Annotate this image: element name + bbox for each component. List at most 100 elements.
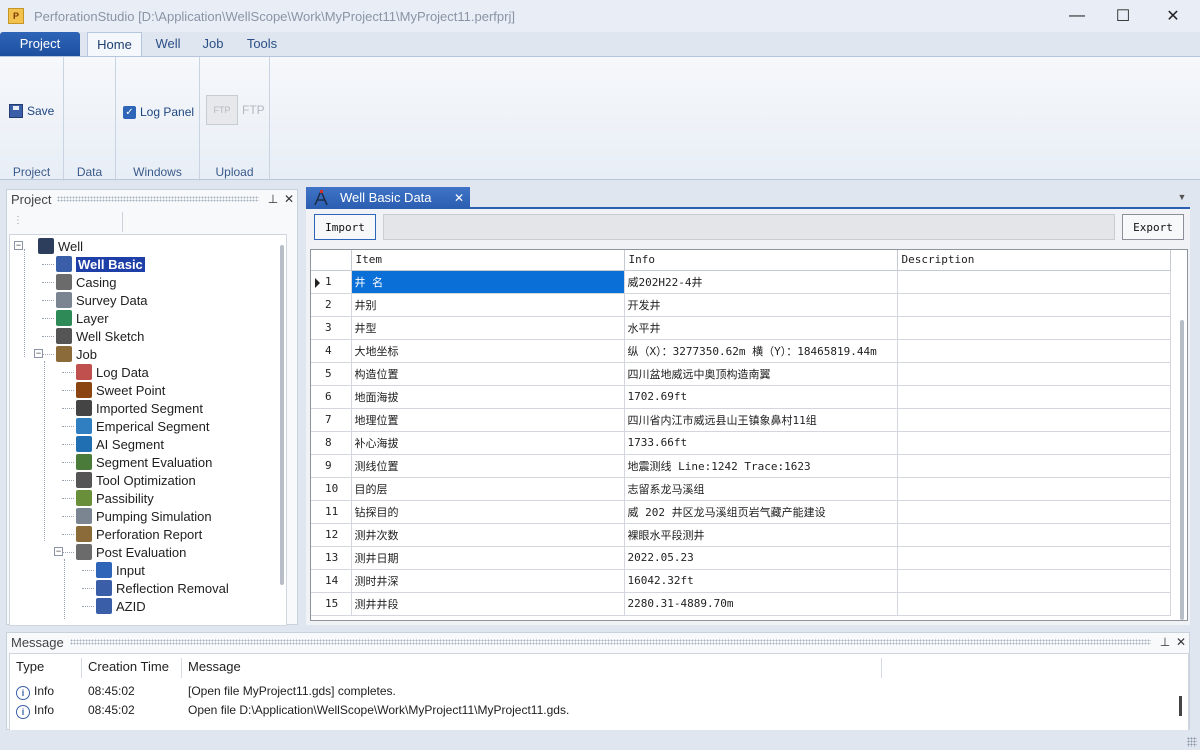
- message-panel-close-button[interactable]: ✕: [1173, 635, 1189, 649]
- description-cell[interactable]: [897, 293, 1171, 317]
- item-cell[interactable]: 构造位置: [351, 362, 625, 386]
- row-number[interactable]: 7: [311, 408, 352, 432]
- tree-item-emperical-segment[interactable]: Emperical Segment: [76, 417, 209, 435]
- tree-collapse-icon[interactable]: −: [54, 547, 63, 556]
- tree-item-ai-segment[interactable]: AI Segment: [76, 435, 164, 453]
- minimize-button[interactable]: —: [1054, 0, 1100, 32]
- item-cell[interactable]: 测井次数: [351, 523, 625, 547]
- log-panel-checkbox[interactable]: ✓ Log Panel: [123, 105, 194, 119]
- item-cell[interactable]: 大地坐标: [351, 339, 625, 363]
- description-cell[interactable]: [897, 500, 1171, 524]
- tree-item-imported-segment[interactable]: Imported Segment: [76, 399, 203, 417]
- item-cell[interactable]: 地面海拔: [351, 385, 625, 409]
- row-number[interactable]: 13: [311, 546, 352, 570]
- save-button[interactable]: Save: [9, 104, 54, 118]
- message-row[interactable]: i Info 08:45:02 Open file D:\Application\We…: [10, 701, 1188, 720]
- message-column-message[interactable]: Message: [182, 658, 882, 678]
- info-cell[interactable]: 威202H22-4井: [624, 270, 898, 294]
- table-row[interactable]: 6 地面海拔 1702.69ft: [311, 385, 1171, 409]
- item-cell[interactable]: 井型: [351, 316, 625, 340]
- column-header-item[interactable]: Item: [351, 250, 625, 271]
- table-row[interactable]: 3 井型 水平井: [311, 316, 1171, 340]
- description-cell[interactable]: [897, 362, 1171, 386]
- table-row[interactable]: 11 钻探目的 威 202 井区龙马溪组页岩气藏产能建设: [311, 500, 1171, 524]
- column-header-info[interactable]: Info: [624, 250, 898, 271]
- tree-collapse-icon[interactable]: −: [14, 241, 23, 250]
- project-tree[interactable]: Well Well Basic Casing Survey Data Layer Well…: [9, 234, 287, 626]
- pin-icon[interactable]: ⊥: [265, 192, 281, 206]
- table-row[interactable]: 9 测线位置 地震测线 Line:1242 Trace:1623: [311, 454, 1171, 478]
- info-cell[interactable]: 2022.05.23: [624, 546, 898, 570]
- table-row[interactable]: 12 测井次数 裸眼水平段测井: [311, 523, 1171, 547]
- table-row[interactable]: 8 补心海拔 1733.66ft: [311, 431, 1171, 455]
- tree-collapse-icon[interactable]: −: [34, 349, 43, 358]
- info-cell[interactable]: 四川盆地威远中奥顶构造南翼: [624, 362, 898, 386]
- item-cell[interactable]: 补心海拔: [351, 431, 625, 455]
- tree-item-well[interactable]: Well: [38, 237, 83, 255]
- panel-drag-handle[interactable]: [69, 639, 1151, 645]
- tree-item-well-basic[interactable]: Well Basic: [56, 255, 145, 273]
- tree-item-azid[interactable]: AZID: [96, 597, 146, 615]
- doc-tab-close-button[interactable]: ✕: [454, 191, 464, 205]
- close-button[interactable]: ✕: [1150, 0, 1196, 32]
- description-cell[interactable]: [897, 339, 1171, 363]
- tree-item-casing[interactable]: Casing: [56, 273, 116, 291]
- message-column-type[interactable]: Type: [10, 658, 82, 678]
- row-number[interactable]: 3: [311, 316, 352, 340]
- tree-item-segment-evaluation[interactable]: Segment Evaluation: [76, 453, 212, 471]
- row-number[interactable]: 6: [311, 385, 352, 409]
- row-number[interactable]: 5: [311, 362, 352, 386]
- info-cell[interactable]: 开发井: [624, 293, 898, 317]
- table-row[interactable]: 15 测井井段 2280.31-4889.70m: [311, 592, 1171, 616]
- description-cell[interactable]: [897, 523, 1171, 547]
- project-panel-close-button[interactable]: ✕: [281, 192, 297, 206]
- info-cell[interactable]: 纵（X）：3277350.62m 横（Y）：18465819.44m: [624, 339, 898, 363]
- tree-item-perforation-report[interactable]: Perforation Report: [76, 525, 202, 543]
- table-row[interactable]: 4 大地坐标 纵（X）：3277350.62m 横（Y）：18465819.44m: [311, 339, 1171, 363]
- tree-item-job[interactable]: Job: [56, 345, 97, 363]
- item-cell[interactable]: 地理位置: [351, 408, 625, 432]
- well-basic-data-grid[interactable]: Item Info Description 1 井 名 威202H22-4井 2 井别 开…: [310, 249, 1188, 621]
- tab-project[interactable]: Project: [0, 32, 80, 56]
- info-cell[interactable]: 水平井: [624, 316, 898, 340]
- pin-icon[interactable]: ⊥: [1157, 635, 1173, 649]
- info-cell[interactable]: 1733.66ft: [624, 431, 898, 455]
- tree-item-layer[interactable]: Layer: [56, 309, 109, 327]
- tree-item-pumping-simulation[interactable]: Pumping Simulation: [76, 507, 212, 525]
- item-cell[interactable]: 目的层: [351, 477, 625, 501]
- row-number[interactable]: 11: [311, 500, 352, 524]
- tree-item-input[interactable]: Input: [96, 561, 145, 579]
- table-row[interactable]: 5 构造位置 四川盆地威远中奥顶构造南翼: [311, 362, 1171, 386]
- item-cell[interactable]: 测井井段: [351, 592, 625, 616]
- description-cell[interactable]: [897, 385, 1171, 409]
- tree-item-sweet-point[interactable]: Sweet Point: [76, 381, 165, 399]
- tab-home[interactable]: Home: [87, 32, 142, 56]
- tab-dropdown-icon[interactable]: ▼: [1176, 192, 1188, 202]
- description-cell[interactable]: [897, 270, 1171, 294]
- tree-scrollbar[interactable]: [280, 245, 284, 585]
- description-cell[interactable]: [897, 569, 1171, 593]
- info-cell[interactable]: 志留系龙马溪组: [624, 477, 898, 501]
- tab-well-basic-data[interactable]: Well Basic Data ✕: [306, 187, 470, 208]
- resize-grip-icon[interactable]: [1187, 737, 1197, 747]
- description-cell[interactable]: [897, 454, 1171, 478]
- item-cell[interactable]: 钻探目的: [351, 500, 625, 524]
- row-number[interactable]: 15: [311, 592, 352, 616]
- table-row[interactable]: 1 井 名 威202H22-4井: [311, 270, 1171, 294]
- import-button[interactable]: Import: [314, 214, 376, 240]
- info-cell[interactable]: 1702.69ft: [624, 385, 898, 409]
- table-row[interactable]: 13 测井日期 2022.05.23: [311, 546, 1171, 570]
- tab-tools[interactable]: Tools: [238, 32, 286, 56]
- tree-item-survey-data[interactable]: Survey Data: [56, 291, 148, 309]
- item-cell[interactable]: 井别: [351, 293, 625, 317]
- tab-job[interactable]: Job: [195, 32, 231, 56]
- item-cell[interactable]: 测线位置: [351, 454, 625, 478]
- row-number[interactable]: 12: [311, 523, 352, 547]
- info-cell[interactable]: 16042.32ft: [624, 569, 898, 593]
- message-row[interactable]: i Info 08:45:02 [Open file MyProject11.gds]…: [10, 682, 1188, 701]
- table-row[interactable]: 14 测时井深 16042.32ft: [311, 569, 1171, 593]
- ftp-button[interactable]: FTP FTP: [206, 95, 265, 125]
- item-cell[interactable]: 测井日期: [351, 546, 625, 570]
- description-cell[interactable]: [897, 546, 1171, 570]
- row-number[interactable]: 14: [311, 569, 352, 593]
